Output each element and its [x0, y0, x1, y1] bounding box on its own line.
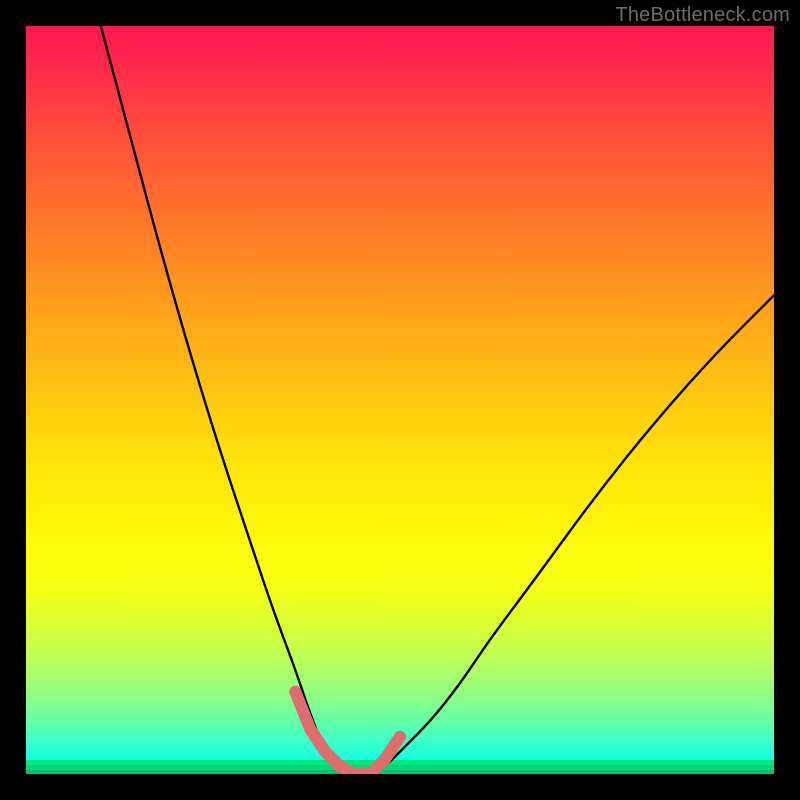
chart-frame: TheBottleneck.com — [0, 0, 800, 800]
optimal-range-marker — [295, 692, 400, 774]
watermark-text: TheBottleneck.com — [615, 4, 790, 27]
bottleneck-curve — [101, 26, 774, 774]
curve-layer — [26, 26, 774, 774]
plot-area — [26, 26, 774, 774]
